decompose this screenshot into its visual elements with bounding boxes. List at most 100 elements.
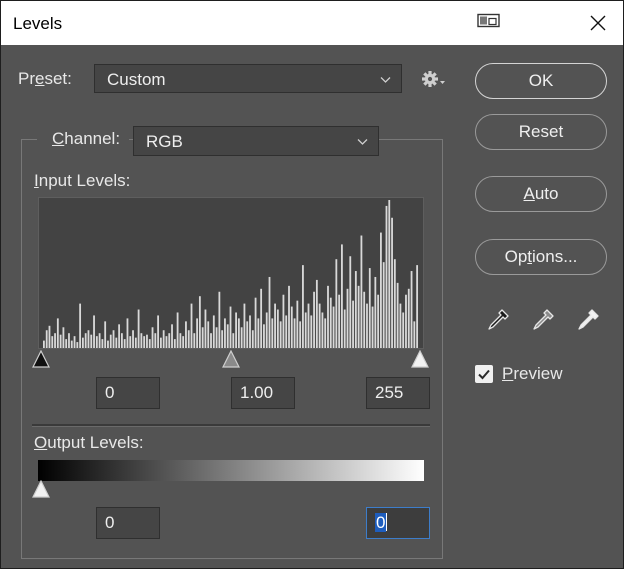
histogram-bar [388,200,391,348]
histogram-bar [62,327,65,348]
histogram-bar [413,321,416,348]
input-black-field[interactable]: 0 [96,377,160,409]
chevron-down-icon [380,77,391,83]
input-gamma-slider[interactable] [221,350,243,370]
auto-button[interactable]: Auto [475,176,607,212]
histogram-bar [335,259,338,348]
histogram-bar [215,327,218,348]
histogram-bar [159,337,162,348]
histogram-bar [371,306,374,348]
histogram-bar [176,312,179,348]
histogram-bar [173,339,176,348]
histogram-bar [366,303,368,348]
output-white-field[interactable]: 0 [366,507,430,539]
histogram-bar [329,297,332,348]
preset-value: Custom [107,70,166,89]
histogram-bar [70,340,73,348]
black-eyedropper-icon[interactable] [485,307,511,333]
histogram-bar [201,327,204,348]
ok-button[interactable]: OK [475,63,607,99]
histogram-bar [302,265,304,348]
histogram-bar [226,324,229,348]
input-white-field[interactable]: 255 [366,377,430,409]
histogram-bar [318,303,321,348]
histogram-bar [193,333,196,348]
histogram-bar [207,321,210,348]
histogram-bar [224,318,226,348]
histogram-bar [43,340,45,348]
histogram-bar [310,315,313,348]
histogram-bar [221,330,224,348]
histogram-bar [126,318,129,348]
histogram-bar [54,333,56,348]
output-gradient-bar [38,460,424,481]
histogram-bar [315,279,318,348]
histogram-bar [79,303,82,348]
window-title: Levels [13,14,63,33]
histogram-bar [274,303,276,348]
histogram-bar [73,336,76,348]
checkmark-icon [478,369,490,380]
histogram-bar [382,262,385,348]
histogram-bar [374,276,377,348]
histogram-bar [165,336,168,348]
histogram-bar [204,309,207,348]
snap-window-icon[interactable] [477,13,501,29]
histogram-bar [246,321,249,348]
histogram-bar [354,271,357,348]
histogram-bar [279,321,282,348]
histogram-bar [212,315,215,348]
histogram-bar [265,312,268,348]
histogram-bar [48,325,51,348]
histogram [38,197,424,349]
histogram-bar [296,300,299,348]
preset-select[interactable]: Custom [94,64,402,93]
histogram-bar [293,318,296,348]
channel-select[interactable]: RGB [133,126,379,156]
output-black-slider[interactable] [31,480,53,500]
histogram-bar [332,306,335,348]
histogram-bar [396,282,399,348]
preview-label[interactable]: Preview [502,364,562,384]
histogram-bar [393,259,396,348]
histogram-bar [45,330,48,348]
histogram-bar [182,336,185,348]
histogram-bar [56,318,59,348]
histogram-bar [341,244,343,348]
histogram-bar [357,285,360,348]
histogram-bar [380,232,382,348]
histogram-bar [285,315,288,348]
histogram-bar [151,327,154,348]
histogram-bar [399,303,402,348]
input-gamma-field[interactable]: 1.00 [231,377,295,409]
gray-eyedropper-icon[interactable] [530,307,556,333]
histogram-bar [76,342,79,348]
preview-checkbox[interactable] [475,365,493,383]
histogram-bar [148,339,151,348]
histogram-bar [251,330,254,348]
output-black-field[interactable]: 0 [96,507,160,539]
histogram-bar [268,276,271,348]
chevron-down-icon [357,139,368,145]
histogram-bar [276,309,279,348]
histogram-bar [112,330,115,348]
histogram-bar [185,321,187,348]
histogram-bar [210,333,212,348]
histogram-bar [352,300,354,348]
close-icon[interactable] [587,12,609,34]
gear-icon[interactable] [421,69,447,89]
histogram-bar [120,333,123,348]
white-eyedropper-icon[interactable] [575,307,601,333]
output-white-value: 0 [375,513,387,532]
histogram-bar [65,339,68,348]
reset-button[interactable]: Reset [475,114,607,150]
options-button[interactable]: Options... [475,239,607,275]
preset-label: Preset: [18,69,72,88]
histogram-bar [288,285,290,348]
histogram-bar [137,309,140,348]
input-white-slider[interactable] [410,350,432,370]
input-black-slider[interactable] [31,350,53,370]
histogram-bar [405,294,407,348]
histogram-bar [162,330,165,348]
title-bar: Levels [1,1,623,45]
